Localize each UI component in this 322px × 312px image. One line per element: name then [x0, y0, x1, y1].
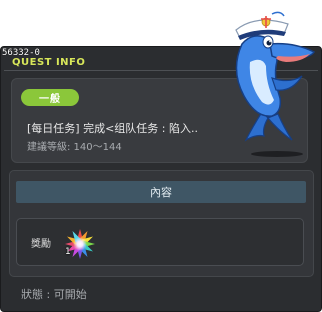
quest-name: [每日任务] 完成<组队任务 : 陷入..: [27, 122, 198, 135]
content-section-title: 內容: [16, 181, 306, 203]
window-title: QUEST INFO: [12, 57, 86, 68]
reward-label: 獎勵: [31, 239, 51, 250]
dolphin-mascot-icon: [222, 0, 322, 160]
recommended-level: 建議等級: 140～144: [27, 142, 122, 153]
quest-status: 狀態 : 可開始: [21, 288, 87, 301]
reward-box: [16, 218, 304, 266]
reward-quantity: 1: [65, 247, 71, 257]
category-badge: 一般: [21, 89, 79, 106]
